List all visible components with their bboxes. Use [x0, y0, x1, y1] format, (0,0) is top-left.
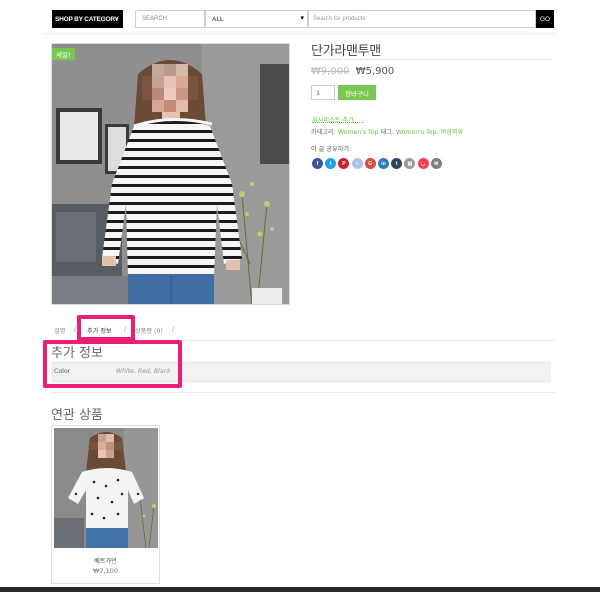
section-divider: [51, 392, 555, 393]
product-main-image[interactable]: [51, 43, 290, 305]
dropdown-arrow-icon: ▾: [300, 15, 304, 22]
pinterest-icon[interactable]: P: [338, 158, 350, 169]
product-meta: 카테고리: Women's Top 태그: Women's Top, 여성의류: [311, 127, 463, 136]
highlight-box-tab: [77, 315, 135, 341]
email-icon[interactable]: ✉: [430, 158, 442, 169]
shop-by-category-button[interactable]: SHOP BY CATEGORY ⌄: [52, 10, 123, 28]
product-title: 단가라맨투맨: [311, 44, 381, 59]
product-price: ₩9,000 ₩5,900: [311, 66, 394, 77]
related-products-title: 연관 상품: [51, 408, 103, 423]
go-button[interactable]: GO: [536, 10, 554, 28]
share-label: 이 글 공유하기:: [311, 146, 352, 153]
facebook-icon[interactable]: f: [312, 158, 323, 169]
go-button-label: GO: [539, 15, 551, 23]
twitter-icon[interactable]: t: [325, 158, 337, 169]
tab-separator: /: [74, 326, 77, 333]
search-placeholder: Search for products: [313, 16, 366, 22]
add-to-cart-label: 장바구니: [345, 89, 369, 98]
linkedin-icon[interactable]: in: [377, 158, 389, 169]
related-product-name[interactable]: 배트가먼: [52, 556, 159, 565]
category-link[interactable]: Women's Top: [338, 129, 379, 136]
reddit-icon[interactable]: r: [351, 158, 363, 169]
top-search-bar: SHOP BY CATEGORY ⌄ SEARCH ALL ▾ Search f…: [52, 10, 554, 28]
tags-label: 태그:: [380, 129, 394, 136]
sale-price: ₩5,900: [355, 66, 395, 77]
share-icons: f t Pr Gin t ▤ ◡ ✉: [312, 158, 444, 169]
tags-link[interactable]: Women's Top, 여성의류: [396, 129, 463, 136]
category-select[interactable]: ALL ▾: [205, 10, 308, 28]
product-search-input[interactable]: Search for products: [308, 10, 536, 28]
related-product-image[interactable]: [54, 428, 158, 548]
category-select-value: ALL: [212, 15, 224, 23]
highlight-box-info: [43, 340, 182, 388]
header-divider: [44, 33, 558, 34]
related-product-price: ₩7,100: [92, 567, 119, 575]
quantity-input[interactable]: 1: [311, 85, 335, 100]
tab-reviews[interactable]: 상품평 (0): [135, 326, 163, 335]
google-plus-icon[interactable]: G: [364, 158, 376, 169]
bottom-strip: [0, 587, 600, 592]
category-button-label: SHOP BY CATEGORY: [55, 15, 119, 23]
title-divider: [311, 59, 552, 60]
tumblr-icon[interactable]: t: [391, 158, 403, 169]
search-label: SEARCH: [142, 16, 168, 22]
search-label-field[interactable]: SEARCH: [135, 10, 205, 28]
wishlist-underline: [312, 122, 364, 123]
tab-description[interactable]: 설명: [54, 326, 65, 335]
pocket-icon[interactable]: ◡: [417, 158, 429, 169]
quantity-value: 1: [316, 88, 321, 97]
print-icon[interactable]: ▤: [404, 158, 416, 169]
sale-badge: 세일!: [52, 48, 75, 60]
old-price: ₩9,000: [311, 66, 350, 77]
add-to-cart-button[interactable]: 장바구니: [338, 85, 376, 100]
product-photo: [52, 44, 289, 304]
related-product-card[interactable]: 배트가먼 ₩7,100: [51, 425, 160, 584]
tab-separator: /: [172, 326, 175, 333]
chevron-down-icon: ⌄: [114, 16, 119, 22]
related-product-photo: [54, 428, 158, 548]
category-label: 카테고리:: [311, 129, 336, 136]
